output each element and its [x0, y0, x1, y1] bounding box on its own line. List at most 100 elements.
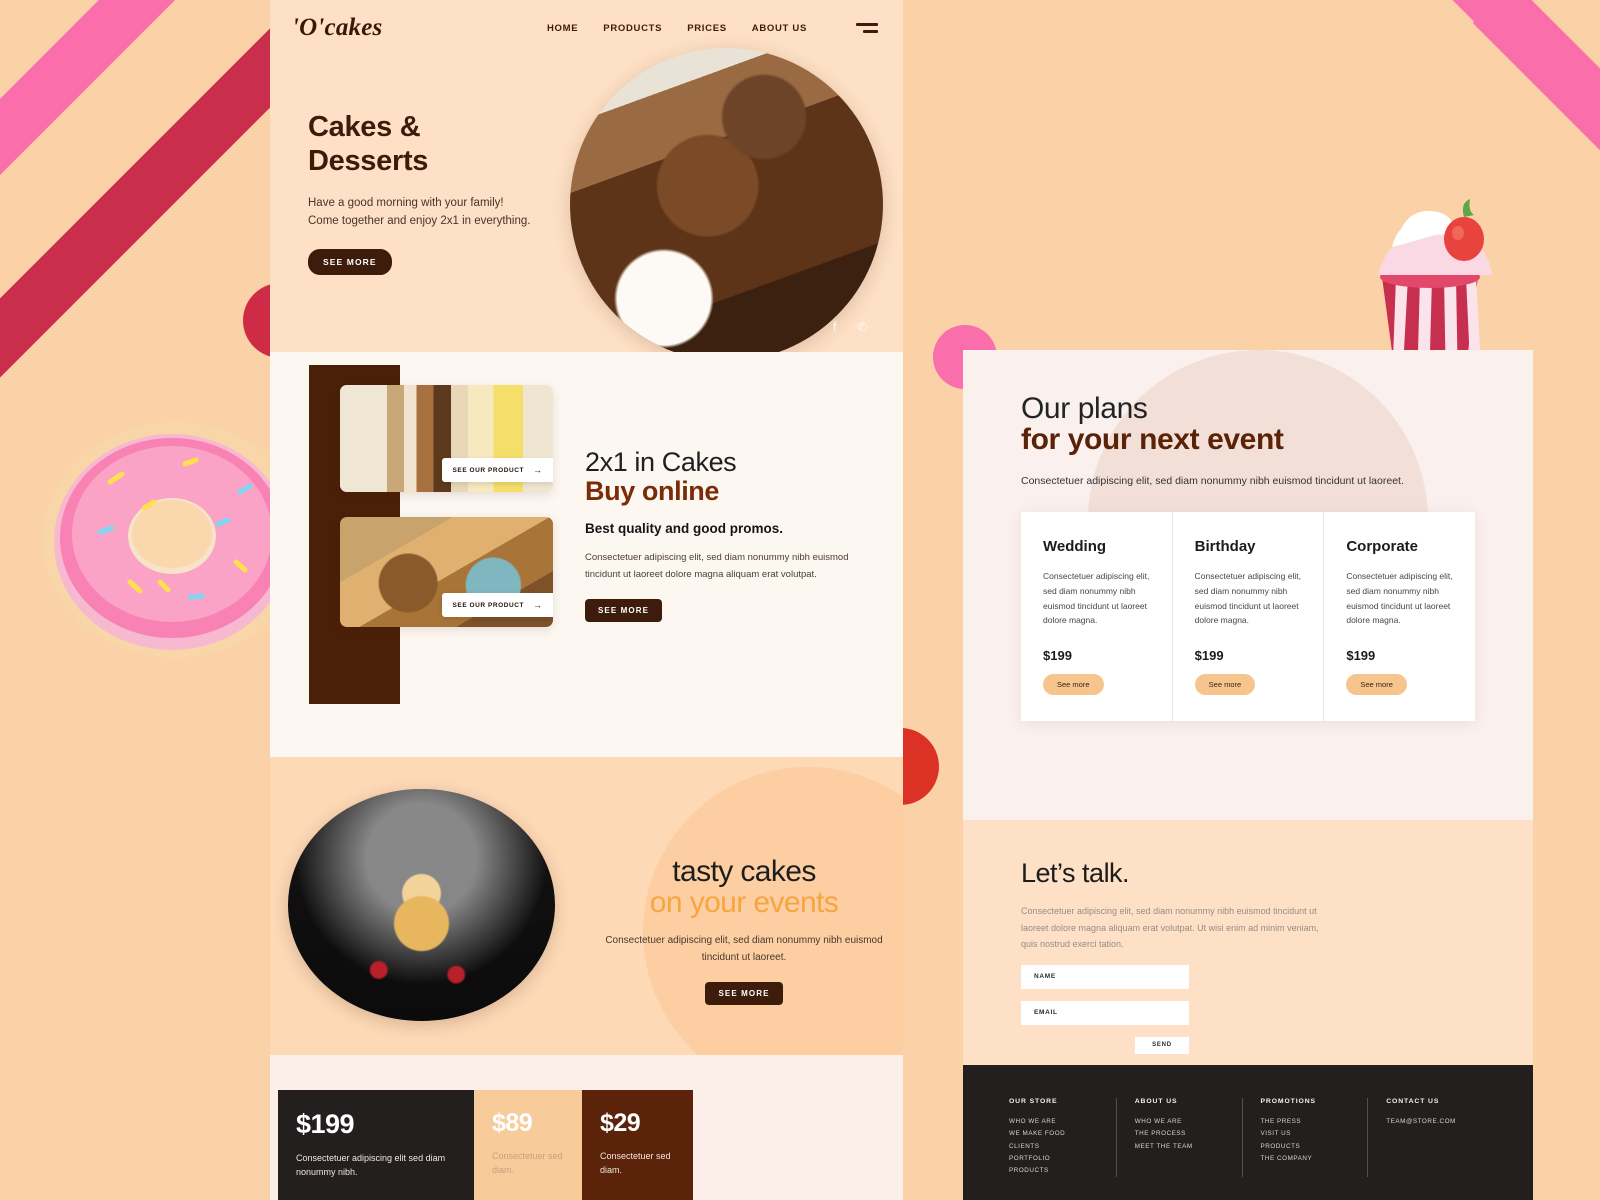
plan-cards: Wedding Consectetuer adipiscing elit, se… — [1021, 511, 1475, 722]
footer-link[interactable]: WHO WE ARE — [1135, 1116, 1228, 1128]
nav-item-products[interactable]: PRODUCTS — [603, 23, 662, 34]
plan-card-corporate[interactable]: Corporate Consectetuer adipiscing elit, … — [1323, 511, 1475, 722]
see-our-product-label: SEE OUR PRODUCT — [452, 601, 524, 609]
footer-link[interactable]: MEET THE TEAM — [1135, 1141, 1228, 1153]
footer-column-contact-us: CONTACT US TEAM@STORE.COM — [1367, 1098, 1493, 1178]
price-description: Consectetuer sed diam. — [600, 1151, 671, 1175]
tasty-copy: tasty cakes on your events Consectetuer … — [599, 855, 889, 1005]
email-input[interactable]: EMAIL — [1021, 1000, 1189, 1025]
plan-description: Consectetuer adipiscing elit, sed diam n… — [1194, 570, 1301, 626]
tasty-paragraph: Consectetuer adipiscing elit, sed diam n… — [605, 935, 883, 963]
promo-subheading: Best quality and good promos. — [585, 521, 784, 536]
see-our-product-label: SEE OUR PRODUCT — [452, 466, 524, 474]
footer-column-our-store: OUR STORE WHO WE ARE WE MAKE FOOD CLIENT… — [1009, 1098, 1116, 1177]
hero-copy: Cakes & Desserts Have a good morning wit… — [308, 110, 588, 276]
send-button[interactable]: SEND — [1135, 1036, 1189, 1054]
site-logo[interactable]: 'O'cakes — [292, 14, 382, 42]
footer-link[interactable]: WE MAKE FOOD — [1009, 1128, 1102, 1140]
plan-price: $199 — [1194, 648, 1224, 664]
plan-price: $199 — [1043, 648, 1072, 664]
hero-social-links: f ✆ — [833, 320, 867, 334]
footer-email-link[interactable]: TEAM@STORE.COM — [1386, 1116, 1479, 1128]
see-our-product-button[interactable]: SEE OUR PRODUCT → — [441, 593, 553, 617]
hero-see-more-button[interactable]: SEE MORE — [308, 249, 392, 276]
price-value: $89 — [492, 1109, 533, 1137]
plans-heading-line1: Our plans — [1021, 392, 1148, 425]
plan-description: Consectetuer adipiscing elit, sed diam n… — [1043, 570, 1150, 626]
footer-link[interactable]: PRODUCTS — [1009, 1165, 1102, 1177]
plan-title: Birthday — [1194, 537, 1256, 555]
contact-paragraph: Consectetuer adipiscing elit, sed diam n… — [1021, 906, 1319, 950]
promo-card-pecan-cake[interactable]: SEE OUR PRODUCT → — [340, 517, 553, 627]
right-page-column: Our plans for your next event Consectetu… — [963, 350, 1533, 1200]
tasty-see-more-button[interactable]: SEE MORE — [705, 982, 783, 1005]
plans-paragraph: Consectetuer adipiscing elit, sed diam n… — [1021, 475, 1404, 487]
name-input-label: NAME — [1034, 973, 1056, 981]
hero-subtitle-line2: Come together and enjoy 2x1 in everythin… — [308, 215, 531, 228]
nav-item-about-us[interactable]: ABOUT US — [752, 23, 807, 34]
left-page-column: 'O'cakes HOME PRODUCTS PRICES ABOUT US f… — [270, 0, 903, 1200]
plans-heading-line2: for your next event — [1021, 423, 1284, 456]
footer-column-title: CONTACT US — [1386, 1098, 1440, 1105]
plan-title: Corporate — [1346, 537, 1419, 555]
price-value: $199 — [296, 1109, 355, 1139]
see-our-product-button[interactable]: SEE OUR PRODUCT → — [441, 458, 553, 482]
plan-see-more-button[interactable]: See more — [1346, 674, 1407, 696]
footer-column-title: ABOUT US — [1134, 1098, 1178, 1105]
footer-link[interactable]: VISIT US — [1261, 1128, 1354, 1140]
plan-description: Consectetuer adipiscing elit, sed diam n… — [1346, 570, 1453, 626]
footer-link[interactable]: THE PRESS — [1261, 1116, 1354, 1128]
facebook-icon[interactable]: f — [833, 320, 837, 334]
footer-column-promotions: PROMOTIONS THE PRESS VISIT US PRODUCTS T… — [1241, 1098, 1368, 1178]
promo-product-cards: SEE OUR PRODUCT → SEE OUR PRODUCT → — [340, 385, 553, 627]
price-card[interactable]: $89 Consectetuer sed diam. — [474, 1090, 582, 1200]
price-description: Consectetuer sed diam. — [492, 1151, 563, 1175]
tasty-section: tasty cakes on your events Consectetuer … — [270, 757, 903, 1055]
send-button-label: SEND — [1152, 1042, 1172, 1049]
footer-columns: OUR STORE WHO WE ARE WE MAKE FOOD CLIENT… — [1009, 1098, 1493, 1178]
footer-column-title: OUR STORE — [1009, 1098, 1058, 1105]
hero-title: Cakes & Desserts — [308, 110, 588, 178]
footer-link[interactable]: CLIENTS — [1009, 1141, 1102, 1153]
hero-subtitle-line1: Have a good morning with your family! — [308, 197, 504, 210]
tasty-cake-photo — [288, 789, 555, 1021]
tasty-heading-line1: tasty cakes — [672, 855, 816, 888]
plans-section: Our plans for your next event Consectetu… — [963, 350, 1533, 820]
promo-see-more-button[interactable]: SEE MORE — [585, 599, 663, 623]
footer-link[interactable]: THE PROCESS — [1135, 1128, 1228, 1140]
plan-card-wedding[interactable]: Wedding Consectetuer adipiscing elit, se… — [1021, 512, 1172, 722]
plan-price: $199 — [1346, 648, 1376, 664]
arrow-right-icon: → — [533, 465, 542, 475]
footer-column-title: PROMOTIONS — [1260, 1098, 1316, 1105]
nav-item-home[interactable]: HOME — [547, 23, 578, 34]
promo-card-macarons[interactable]: SEE OUR PRODUCT → — [340, 385, 553, 492]
name-input[interactable]: NAME — [1021, 964, 1189, 989]
twitter-icon[interactable]: ✆ — [857, 320, 867, 334]
promo-heading-line2: Buy online — [585, 476, 720, 506]
nav-item-prices[interactable]: PRICES — [687, 23, 727, 34]
site-footer: OUR STORE WHO WE ARE WE MAKE FOOD CLIENT… — [963, 1065, 1533, 1200]
contact-heading: Let’s talk. — [1021, 858, 1130, 888]
hero-subtitle: Have a good morning with your family! Co… — [308, 195, 588, 231]
price-description: Consectetuer adipiscing elit sed diam no… — [296, 1153, 446, 1177]
price-card[interactable]: $199 Consectetuer adipiscing elit sed di… — [278, 1090, 474, 1200]
footer-link[interactable]: PRODUCTS — [1261, 1141, 1354, 1153]
plan-card-birthday[interactable]: Birthday Consectetuer adipiscing elit, s… — [1171, 511, 1324, 722]
plan-see-more-button[interactable]: See more — [1043, 674, 1104, 696]
price-cards: $199 Consectetuer adipiscing elit sed di… — [278, 1090, 693, 1200]
hero-dessert-photo — [570, 48, 883, 361]
footer-link[interactable]: PORTFOLIO — [1009, 1153, 1102, 1165]
promo-heading-line1: 2x1 in Cakes — [585, 447, 737, 477]
hamburger-icon[interactable] — [856, 23, 878, 33]
footer-link[interactable]: THE COMPANY — [1261, 1153, 1354, 1165]
plan-title: Wedding — [1043, 537, 1107, 555]
footer-column-about-us: ABOUT US WHO WE ARE THE PROCESS MEET THE… — [1115, 1098, 1242, 1178]
plan-see-more-button[interactable]: See more — [1194, 674, 1256, 696]
promo-copy: 2x1 in Cakes Buy online Best quality and… — [585, 447, 865, 623]
arrow-right-icon: → — [533, 600, 542, 610]
tasty-heading-line2: on your events — [649, 886, 839, 919]
promo-section: SEE OUR PRODUCT → SEE OUR PRODUCT → 2x1 … — [270, 352, 903, 757]
hero-title-line1: Cakes & — [308, 111, 421, 143]
footer-link[interactable]: WHO WE ARE — [1009, 1116, 1102, 1128]
price-card[interactable]: $29 Consectetuer sed diam. — [582, 1090, 693, 1200]
